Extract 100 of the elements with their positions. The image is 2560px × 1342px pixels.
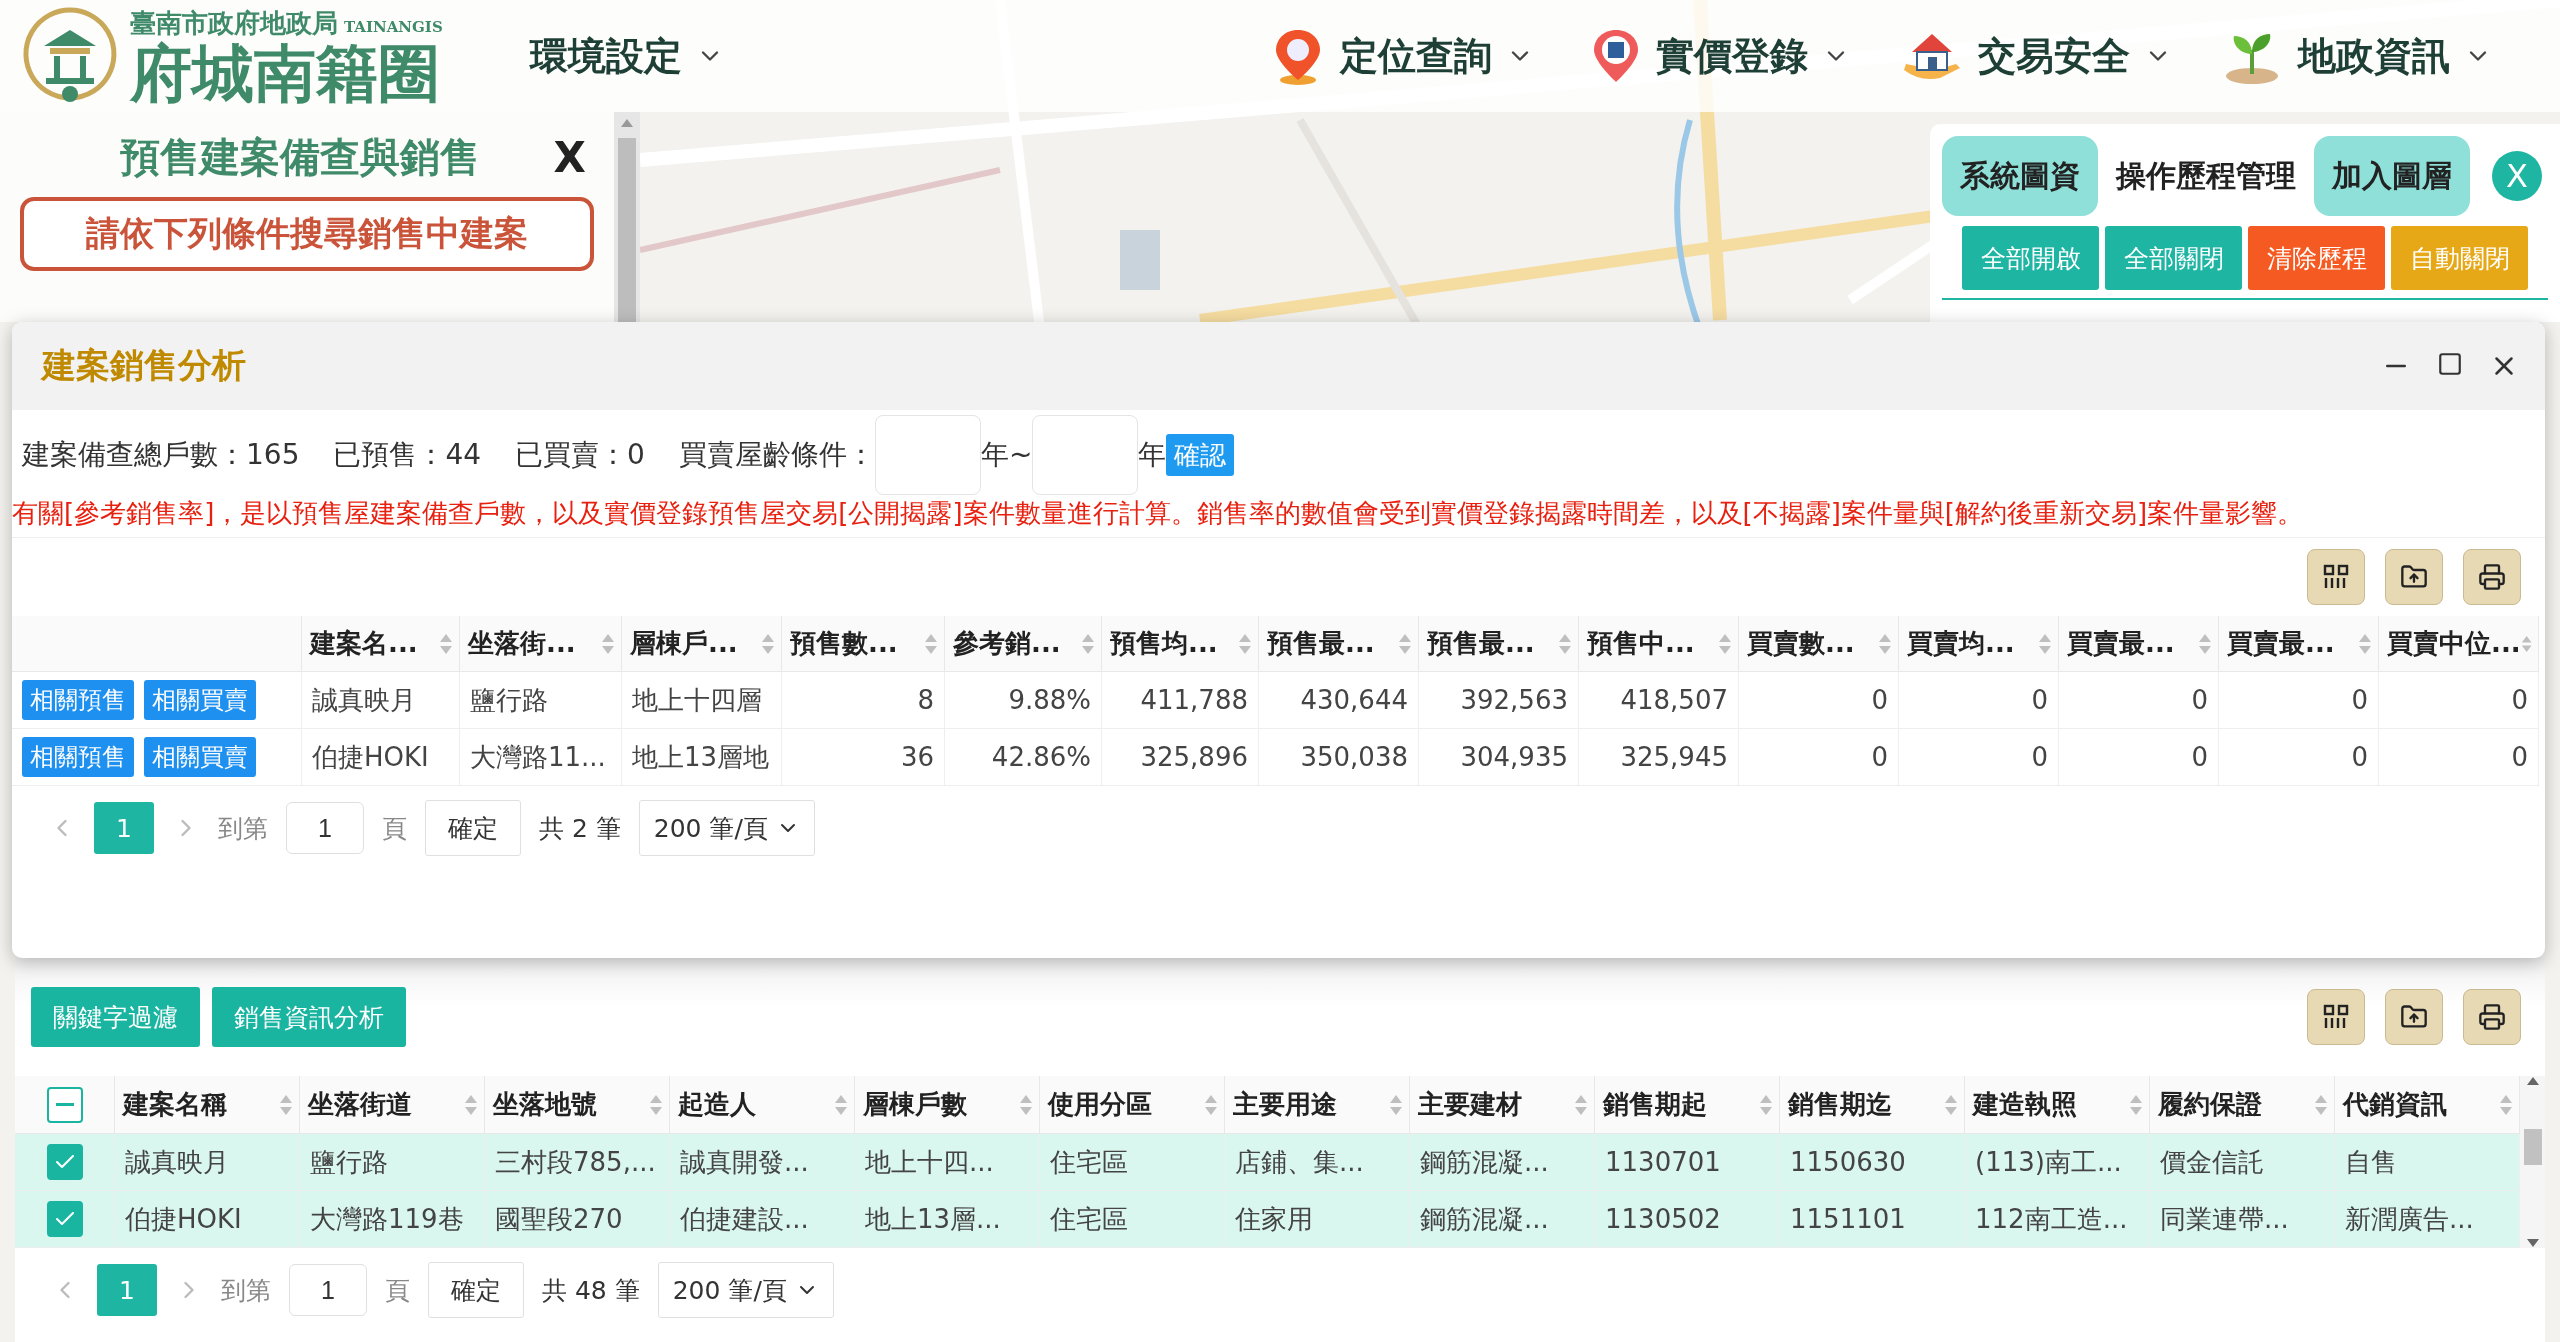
table-cell: 9.88%	[945, 672, 1102, 729]
table-cell: 0	[2059, 672, 2219, 729]
table-cell: 0	[2219, 729, 2379, 786]
age-from-input[interactable]	[874, 415, 981, 495]
row-checkbox[interactable]	[46, 1201, 83, 1237]
sort-icon	[761, 632, 775, 655]
table-cell: 自售	[2335, 1134, 2520, 1191]
column-header[interactable]: 坐落街...	[460, 616, 622, 672]
unit-label: 年	[1138, 437, 1167, 473]
panel-title: 預售建案備查與銷售	[120, 133, 480, 182]
sort-icon	[1398, 632, 1412, 655]
row-checkbox[interactable]	[46, 1144, 83, 1180]
menu-item[interactable]: 交易安全	[1900, 26, 2220, 86]
column-header[interactable]: 主要建材	[1410, 1076, 1595, 1134]
column-header[interactable]: 買賣中位...	[2379, 616, 2539, 672]
column-header[interactable]: 建造執照	[1965, 1076, 2150, 1134]
column-header[interactable]: 建案名...	[302, 616, 460, 672]
scroll-up-icon[interactable]	[620, 118, 634, 128]
table-cell: 伯捷HOKI	[115, 1191, 300, 1248]
sort-icon	[1081, 632, 1095, 655]
menu-item[interactable]: 定位查詢	[1270, 26, 1590, 86]
table-cell: 伯捷建設...	[670, 1191, 855, 1248]
page-input[interactable]: 1	[286, 802, 364, 854]
column-header[interactable]: 坐落街道	[300, 1076, 485, 1134]
total-count: 共 2 筆	[539, 812, 621, 845]
column-header[interactable]: 預售中...	[1579, 616, 1739, 672]
table-cell: 1130701	[1595, 1134, 1780, 1191]
print-button[interactable]	[2463, 989, 2521, 1045]
sort-icon	[1878, 632, 1892, 655]
tab[interactable]: 系統圖資	[1942, 136, 2098, 216]
column-header[interactable]: 建案名稱	[115, 1076, 300, 1134]
table-cell: 418,507	[1579, 672, 1739, 729]
column-header[interactable]: 參考銷...	[945, 616, 1102, 672]
table-cell: 誠真映月	[115, 1134, 300, 1191]
column-header[interactable]: 買賣最...	[2219, 616, 2379, 672]
sort-icon	[1759, 1093, 1773, 1116]
scrollbar-thumb[interactable]	[2523, 1129, 2542, 1165]
print-button[interactable]	[2463, 549, 2521, 605]
sort-icon	[1019, 1093, 1033, 1116]
sort-icon	[2198, 632, 2212, 655]
table-cell: 同業連帶...	[2150, 1191, 2335, 1248]
confirm-button[interactable]: 確定	[425, 800, 521, 856]
column-settings-button[interactable]	[2307, 549, 2365, 605]
table-cell: 大灣路11...	[460, 729, 622, 786]
page-size-select[interactable]: 200 筆/頁	[657, 1262, 834, 1318]
select-all-checkbox[interactable]	[46, 1086, 83, 1123]
print-icon	[2478, 1003, 2506, 1031]
stat-text: 建案備查總戶數：165	[22, 437, 300, 473]
tab[interactable]: 加入圖層	[2314, 136, 2470, 216]
column-header[interactable]: 預售數...	[782, 616, 945, 672]
column-header[interactable]: 層棟戶數	[855, 1076, 1040, 1134]
maximize-icon[interactable]	[2437, 351, 2463, 377]
column-header[interactable]: 坐落地號	[485, 1076, 670, 1134]
table-cell: 0	[1899, 672, 2059, 729]
export-button[interactable]	[2385, 549, 2443, 605]
sort-icon	[1574, 1093, 1588, 1116]
table-cell: 價金信託	[2150, 1134, 2335, 1191]
column-header[interactable]: 使用分區	[1040, 1076, 1225, 1134]
column-header[interactable]: 預售最...	[1259, 616, 1419, 672]
table-cell: 鋼筋混凝...	[1410, 1134, 1595, 1191]
sort-icon	[2499, 1093, 2513, 1116]
column-header[interactable]: 買賣最...	[2059, 616, 2219, 672]
sort-icon	[834, 1093, 848, 1116]
column-header[interactable]: 主要用途	[1225, 1076, 1410, 1134]
column-header[interactable]: 履約保證	[2150, 1076, 2335, 1134]
menu-item[interactable]: 環境設定	[530, 30, 1270, 82]
scroll-down-icon[interactable]	[2525, 1238, 2540, 1248]
age-to-input[interactable]	[1032, 415, 1139, 495]
columns-icon	[2322, 1003, 2350, 1031]
export-button[interactable]	[2385, 989, 2443, 1045]
table-cell: 411,788	[1102, 672, 1259, 729]
column-header[interactable]: 銷售期起	[1595, 1076, 1780, 1134]
table-cell: 地上13層地	[622, 729, 782, 786]
menu-item[interactable]: 實價登錄	[1590, 26, 1900, 86]
close-button[interactable]: X	[545, 133, 594, 182]
column-settings-button[interactable]	[2307, 989, 2365, 1045]
page-size-select[interactable]: 200 筆/頁	[638, 800, 815, 856]
column-header[interactable]: 預售最...	[1419, 616, 1579, 672]
column-header[interactable]: 代銷資訊	[2335, 1076, 2520, 1134]
sort-icon	[2314, 1093, 2328, 1116]
sort-icon	[649, 1093, 663, 1116]
search-button[interactable]: 請依下列條件搜尋銷售中建案	[20, 197, 594, 271]
goto-label: 到第	[221, 1274, 271, 1307]
column-header[interactable]: 買賣均...	[1899, 616, 2059, 672]
table-cell: 1130502	[1595, 1191, 1780, 1248]
table-cell: 0	[1739, 729, 1899, 786]
unit-label: 年~	[980, 437, 1033, 473]
export-icon	[2400, 563, 2428, 591]
column-header[interactable]: 買賣數...	[1739, 616, 1899, 672]
column-header[interactable]: 預售均...	[1102, 616, 1259, 672]
table-cell: 鋼筋混凝...	[1410, 1191, 1595, 1248]
menu-item[interactable]: 地政資訊	[2220, 26, 2540, 86]
page-input[interactable]: 1	[289, 1264, 367, 1316]
table-cell: 鹽行路	[300, 1134, 485, 1191]
column-header[interactable]: 起造人	[670, 1076, 855, 1134]
column-header[interactable]: 層棟戶...	[622, 616, 782, 672]
table-cell: 112南工造...	[1965, 1191, 2150, 1248]
column-header[interactable]: 銷售期迄	[1780, 1076, 1965, 1134]
scrollbar-thumb[interactable]	[618, 138, 636, 322]
confirm-button[interactable]: 確定	[428, 1262, 524, 1318]
